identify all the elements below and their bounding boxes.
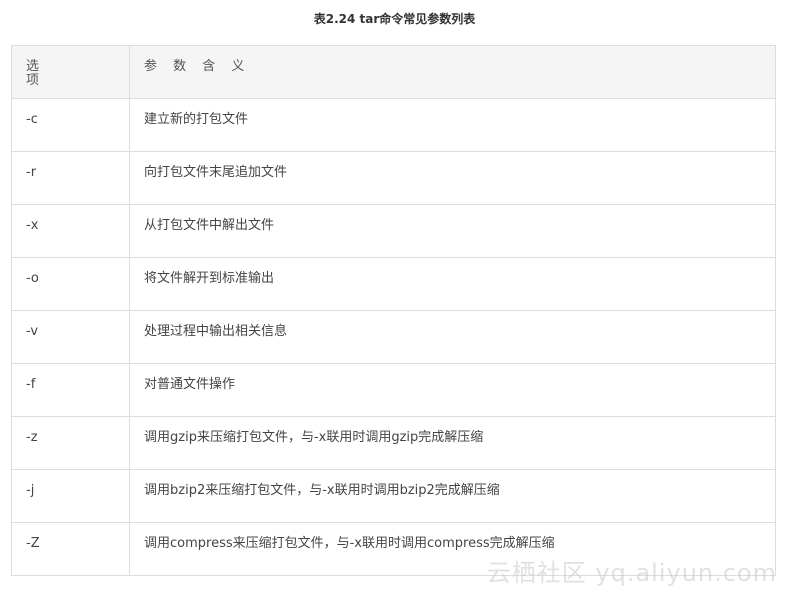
option-text: -j [26, 483, 35, 498]
meaning-text: 向打包文件末尾追加文件 [144, 165, 288, 180]
meaning-cell: 处理过程中输出相关信息 [129, 310, 776, 364]
meaning-text: 调用compress来压缩打包文件，与-x联用时调用compress完成解压缩 [144, 536, 555, 551]
meaning-text: 对普通文件操作 [144, 377, 236, 392]
option-cell: -r [11, 151, 130, 205]
meaning-text: 建立新的打包文件 [144, 112, 249, 127]
option-text: -f [26, 377, 36, 392]
header-option-label: 选 项 [26, 59, 66, 88]
meaning-cell: 调用bzip2来压缩打包文件，与-x联用时调用bzip2完成解压缩 [129, 469, 776, 523]
table-header-row: 选 项 参 数 含 义 [11, 45, 776, 99]
table-row: -c 建立新的打包文件 [11, 98, 776, 152]
meaning-text: 将文件解开到标准输出 [144, 271, 275, 286]
meaning-cell: 调用gzip来压缩打包文件，与-x联用时调用gzip完成解压缩 [129, 416, 776, 470]
option-text: -c [26, 112, 38, 127]
option-cell: -c [11, 98, 130, 152]
meaning-text: 调用gzip来压缩打包文件，与-x联用时调用gzip完成解压缩 [144, 430, 484, 445]
option-cell: -x [11, 204, 130, 258]
option-cell: -j [11, 469, 130, 523]
watermark: 云栖社区 yq.aliyun.com [486, 559, 777, 587]
meaning-cell: 从打包文件中解出文件 [129, 204, 776, 258]
header-meaning: 参 数 含 义 [129, 45, 776, 99]
table-row: -f 对普通文件操作 [11, 363, 776, 417]
table-row: -z 调用gzip来压缩打包文件，与-x联用时调用gzip完成解压缩 [11, 416, 776, 470]
option-cell: -z [11, 416, 130, 470]
option-cell: -o [11, 257, 130, 311]
meaning-text: 调用bzip2来压缩打包文件，与-x联用时调用bzip2完成解压缩 [144, 483, 500, 498]
option-cell: -v [11, 310, 130, 364]
meaning-text: 从打包文件中解出文件 [144, 218, 275, 233]
option-text: -o [26, 271, 39, 286]
table-row: -r 向打包文件末尾追加文件 [11, 151, 776, 205]
table-row: -v 处理过程中输出相关信息 [11, 310, 776, 364]
option-cell: -Z [11, 522, 130, 576]
tar-params-table: 选 项 参 数 含 义 -c 建立新的打包文件 -r 向打包文件末尾追加文件 -… [11, 45, 776, 576]
header-meaning-label: 参 数 含 义 [144, 59, 251, 74]
option-text: -z [26, 430, 38, 445]
meaning-cell: 建立新的打包文件 [129, 98, 776, 152]
meaning-cell: 将文件解开到标准输出 [129, 257, 776, 311]
table-row: -j 调用bzip2来压缩打包文件，与-x联用时调用bzip2完成解压缩 [11, 469, 776, 523]
option-text: -Z [26, 536, 40, 551]
option-text: -x [26, 218, 39, 233]
table-caption: 表2.24 tar命令常见参数列表 [313, 12, 476, 26]
table-row: -x 从打包文件中解出文件 [11, 204, 776, 258]
table-row: -o 将文件解开到标准输出 [11, 257, 776, 311]
meaning-cell: 向打包文件末尾追加文件 [129, 151, 776, 205]
option-cell: -f [11, 363, 130, 417]
option-text: -v [26, 324, 39, 339]
option-text: -r [26, 165, 37, 180]
meaning-text: 处理过程中输出相关信息 [144, 324, 288, 339]
meaning-cell: 对普通文件操作 [129, 363, 776, 417]
header-option: 选 项 [11, 45, 130, 99]
